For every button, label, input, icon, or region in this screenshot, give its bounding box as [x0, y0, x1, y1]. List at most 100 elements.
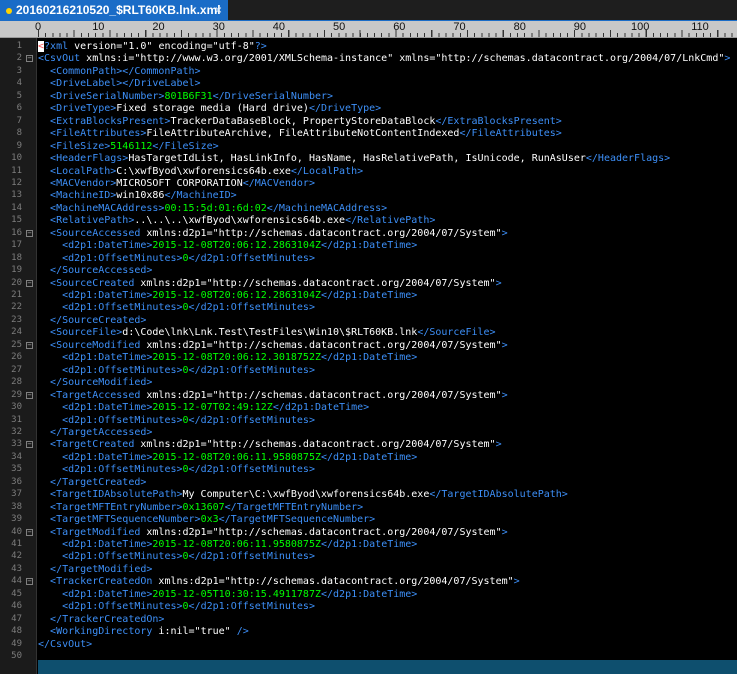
fold-toggle-icon[interactable]: −: [26, 578, 33, 586]
fold-toggle-icon[interactable]: −: [26, 341, 33, 349]
code-token-attr: xmlns:d2p1=: [146, 389, 213, 401]
line-number: 26: [11, 352, 22, 363]
code-token-tag: </SourceFile>: [417, 327, 496, 339]
code-token-tag: <RelativePath>: [50, 215, 135, 227]
close-tab-icon[interactable]: ×: [215, 0, 222, 20]
code-token-tag: <CommonPath></CommonPath>: [50, 65, 201, 77]
code-token-tag: >: [501, 389, 508, 401]
line-number: 35: [11, 464, 22, 475]
fold-toggle-icon[interactable]: −: [26, 441, 33, 449]
code-line: <SourceCreated xmlns:d2p1="http://schema…: [38, 277, 502, 290]
line-number: 50: [11, 651, 22, 662]
code-token-attr: xmlns:d2p1=: [146, 339, 213, 351]
line-number: 47: [11, 613, 22, 624]
code-token-tag: </d2p1:DateTime>: [320, 451, 418, 463]
line-number: 40: [11, 526, 22, 537]
code-token-tag: >: [495, 439, 502, 451]
code-token-val: "1.0": [122, 41, 159, 52]
code-token-tag: <SourceCreated: [50, 277, 141, 289]
code-token-tag: </d2p1:DateTime>: [320, 290, 418, 301]
line-number: 48: [11, 626, 22, 637]
code-editor[interactable]: <?xml version="1.0" encoding="utf-8"?> <C…: [38, 38, 737, 674]
line-number: 27: [11, 364, 22, 375]
line-number: 5: [16, 90, 22, 101]
code-token-tag: <SourceAccessed: [50, 227, 147, 239]
code-line: <d2p1:OffsetMinutes>0</d2p1:OffsetMinute…: [38, 252, 315, 265]
fold-toggle-icon[interactable]: −: [26, 279, 33, 287]
line-number: 49: [11, 638, 22, 649]
code-token-tag: </d2p1:OffsetMinutes>: [188, 414, 315, 426]
code-token-val: "http://schemas.datacontract.org/2004/07…: [212, 227, 502, 239]
fold-toggle-icon[interactable]: −: [26, 55, 33, 63]
code-token-tag: <ExtraBlocksPresent>: [50, 115, 171, 127]
code-line: </SourceCreated>: [38, 314, 146, 327]
code-token-tag: </d2p1:OffsetMinutes>: [188, 551, 315, 563]
code-token-tag: >: [495, 277, 502, 289]
ruler-label: 30: [212, 21, 225, 33]
code-token-tag: ?xml: [44, 41, 75, 52]
code-token-tag: <MachineID>: [50, 190, 117, 202]
modified-dot-icon: [6, 7, 12, 14]
line-number: 14: [11, 202, 22, 213]
line-number: 43: [11, 563, 22, 574]
code-token-tag: </SourceAccessed>: [50, 265, 153, 277]
code-token-tag: <DriveType>: [50, 103, 117, 115]
code-token-tag: </TargetMFTEntryNumber>: [224, 501, 364, 513]
line-number: 31: [11, 414, 22, 425]
code-line: <MACVendor>MICROSOFT CORPORATION</MACVen…: [38, 177, 315, 190]
line-number: 36: [11, 476, 22, 487]
line-number: 28: [11, 377, 22, 388]
code-token-tag: </d2p1:OffsetMinutes>: [188, 364, 315, 376]
code-token-val: "http://www.w3.org/2001/XMLSchema-instan…: [134, 53, 400, 65]
line-number: 4: [16, 78, 22, 89]
code-token-tag: </SourceModified>: [50, 377, 153, 389]
code-token-txt: win10x86: [116, 190, 165, 202]
code-token-tag: </d2p1:DateTime>: [320, 539, 418, 550]
ruler-label: 100: [631, 21, 650, 33]
code-line: <d2p1:DateTime>2015-12-07T02:49:12Z</d2p…: [38, 401, 369, 414]
fold-toggle-icon[interactable]: −: [26, 528, 33, 536]
code-token-tag: ?>: [254, 41, 267, 52]
code-token-val: "true": [194, 626, 237, 638]
code-token-attr: xmlns:d2p1=: [146, 526, 213, 538]
ruler-label: 70: [453, 21, 466, 33]
code-line: <DriveSerialNumber>801B6F31</DriveSerial…: [38, 90, 333, 103]
code-token-tag: </TrackerCreatedOn>: [50, 613, 165, 625]
code-token-attr: xmlns:i=: [86, 53, 135, 65]
line-number: 37: [11, 489, 22, 500]
code-token-val: "http://schemas.datacontract.org/2004/07…: [212, 339, 502, 351]
fold-toggle-icon[interactable]: −: [26, 391, 33, 399]
line-number: 30: [11, 402, 22, 413]
line-number: 41: [11, 539, 22, 549]
code-token-tag: </MachineMACAddress>: [266, 202, 388, 214]
line-number: 39: [11, 514, 22, 525]
code-token-tag: <TargetMFTEntryNumber>: [50, 501, 183, 513]
ruler-label: 90: [573, 21, 587, 33]
code-token-tag: <d2p1:DateTime>: [62, 240, 153, 252]
code-token-tag: </LocalPath>: [290, 165, 364, 177]
code-token-attr: xmlns:d2p1=: [146, 227, 213, 239]
file-tab[interactable]: 20160216210520_$RLT60KB.lnk.xml ×: [0, 0, 228, 20]
code-token-tag: </ExtraBlocksPresent>: [435, 115, 562, 127]
code-token-tag: <TargetMFTSequenceNumber>: [50, 514, 201, 526]
code-token-attr: version=: [74, 41, 123, 52]
fold-toggle-icon[interactable]: −: [26, 229, 33, 237]
code-token-tag: </d2p1:DateTime>: [320, 240, 418, 252]
